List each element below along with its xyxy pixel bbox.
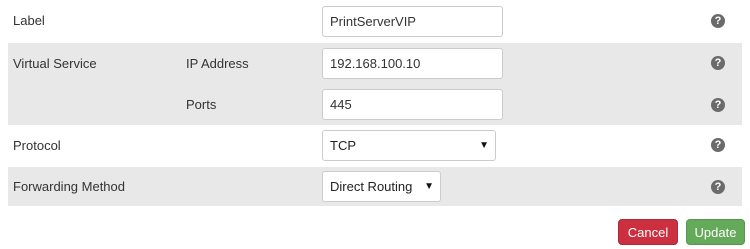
cancel-button[interactable]: Cancel [618,219,678,245]
protocol-select[interactable]: TCP ▼ [322,130,496,161]
forwarding-method-selected-value: Direct Routing [330,179,413,194]
ip-address-input[interactable]: 192.168.100.10 [322,48,503,79]
virtual-service-label: Virtual Service [13,56,97,71]
virtual-service-form: Label PrintServerVIP ? Virtual Service I… [8,0,742,206]
help-icon[interactable]: ? [711,180,725,194]
label-input[interactable]: PrintServerVIP [322,6,503,37]
protocol-label: Protocol [13,138,61,153]
ports-input[interactable]: 445 [322,89,503,120]
update-button[interactable]: Update [686,219,745,245]
help-icon[interactable]: ? [711,138,725,152]
help-icon[interactable]: ? [711,14,725,28]
caret-down-icon: ▼ [424,181,434,192]
forwarding-method-label: Forwarding Method [13,179,125,194]
forwarding-method-select[interactable]: Direct Routing ▼ [322,171,441,202]
row-forwarding-method: Forwarding Method Direct Routing ▼ ? [8,167,742,206]
label-field-label: Label [13,13,45,28]
help-icon[interactable]: ? [711,98,725,112]
row-label: Label PrintServerVIP ? [8,0,742,43]
row-protocol: Protocol TCP ▼ ? [8,125,742,167]
caret-down-icon: ▼ [479,140,489,151]
ports-label: Ports [186,97,217,112]
ip-address-label: IP Address [186,56,249,71]
row-virtual-service: Virtual Service IP Address 192.168.100.1… [8,43,742,125]
help-icon[interactable]: ? [711,56,725,70]
protocol-selected-value: TCP [330,138,356,153]
